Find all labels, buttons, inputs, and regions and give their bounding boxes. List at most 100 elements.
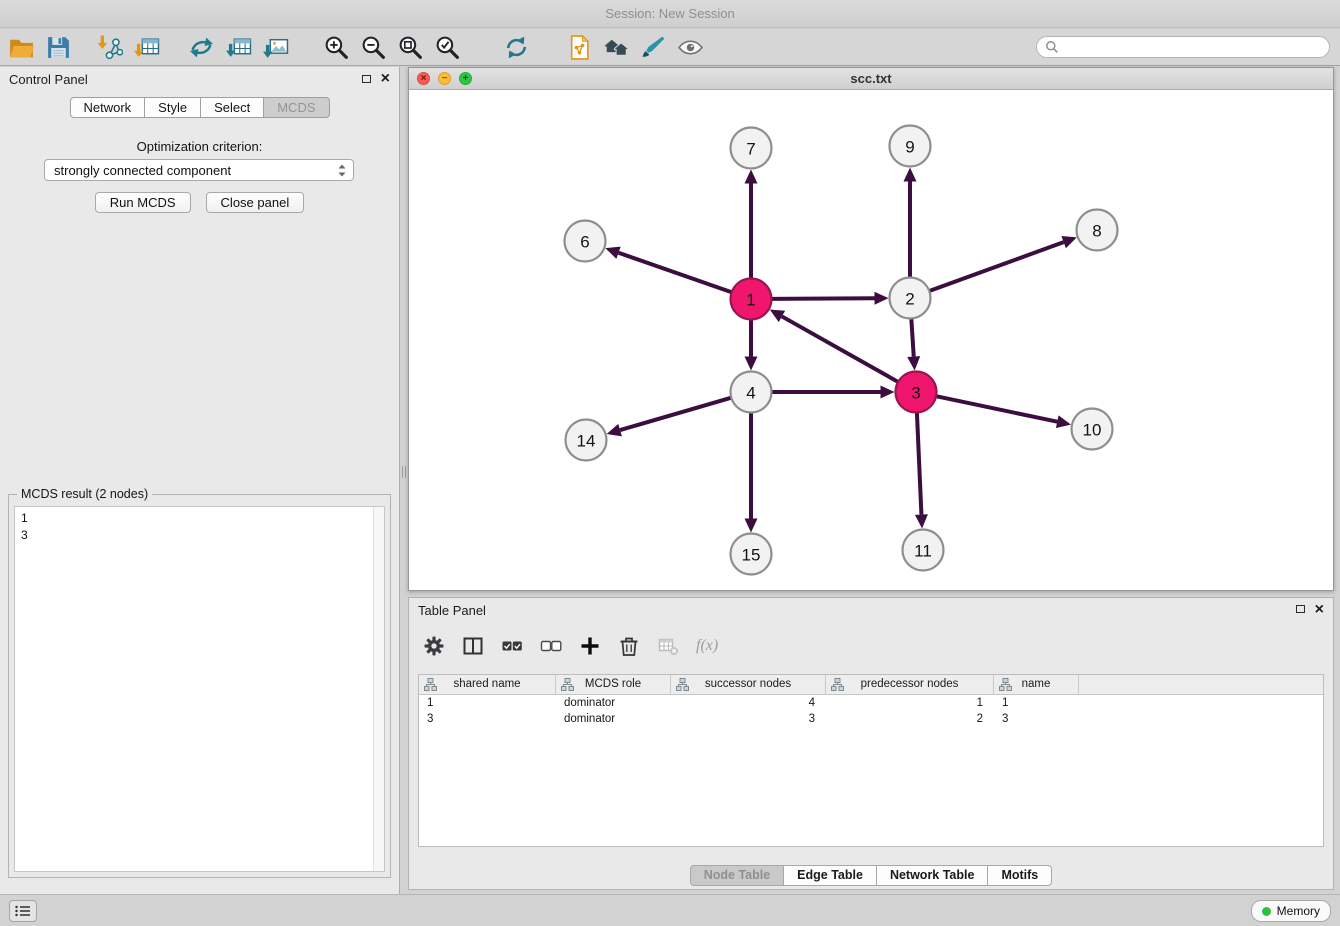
mcds-result-box: MCDS result (2 nodes) 1 3 — [8, 494, 391, 878]
eye-icon[interactable] — [677, 34, 704, 61]
delete-column-icon[interactable] — [618, 635, 640, 657]
optimization-criterion-label: Optimization criterion: — [0, 139, 399, 154]
network-document-icon[interactable] — [566, 34, 593, 61]
function-builder-icon: f(x) — [696, 637, 718, 655]
graph-edge-3-11[interactable] — [917, 412, 922, 514]
list-icon — [13, 902, 33, 920]
graph-edge-3-10[interactable] — [936, 396, 1057, 421]
close-window-icon[interactable]: × — [417, 72, 430, 85]
arrowhead-icon — [907, 356, 920, 370]
tab-network-table[interactable]: Network Table — [877, 865, 989, 886]
close-panel-button[interactable]: Close panel — [206, 192, 305, 213]
arrowhead-icon — [607, 424, 622, 436]
optimization-criterion-select[interactable]: strongly connected component — [44, 159, 354, 181]
column-header-predecessor-nodes[interactable]: predecessor nodes — [826, 675, 994, 694]
close-table-panel-icon[interactable]: × — [1315, 601, 1324, 619]
table-row[interactable]: 3 dominator 3 2 3 — [419, 711, 1323, 727]
run-mcds-button[interactable]: Run MCDS — [95, 192, 191, 213]
mcds-result-text[interactable]: 1 3 — [14, 506, 385, 872]
graph-node-label: 4 — [746, 384, 755, 403]
open-session-icon[interactable] — [8, 34, 35, 61]
column-header-filler — [1079, 675, 1323, 694]
column-browser-icon[interactable] — [462, 635, 484, 657]
graph-edge-2-3[interactable] — [911, 318, 913, 356]
float-table-panel-icon[interactable] — [1296, 605, 1305, 613]
arrowhead-icon — [1056, 415, 1071, 428]
column-header-successor-nodes[interactable]: successor nodes — [671, 675, 826, 694]
tab-motifs[interactable]: Motifs — [988, 865, 1052, 886]
column-header-name[interactable]: name — [994, 675, 1079, 694]
tab-mcds[interactable]: MCDS — [264, 97, 329, 118]
tab-select[interactable]: Select — [201, 97, 264, 118]
table-header-row: shared name MCDS role — [419, 675, 1323, 695]
mcds-result-title: MCDS result (2 nodes) — [17, 487, 152, 501]
zoom-fit-icon[interactable] — [397, 34, 424, 61]
tab-network[interactable]: Network — [69, 97, 145, 118]
attribute-icon — [999, 678, 1012, 691]
column-header-shared-name[interactable]: shared name — [419, 675, 556, 694]
graph-node-label: 7 — [746, 140, 755, 159]
float-panel-icon[interactable] — [362, 75, 371, 83]
home-icon[interactable] — [603, 34, 630, 61]
column-header-mcds-role[interactable]: MCDS role — [556, 675, 671, 694]
graph-edge-1-6[interactable] — [619, 253, 732, 293]
arrowhead-icon — [745, 519, 758, 533]
tab-edge-table[interactable]: Edge Table — [784, 865, 877, 886]
table-row[interactable]: 1 dominator 4 1 1 — [419, 695, 1323, 711]
graph-edge-4-14[interactable] — [620, 398, 731, 430]
graph-edge-3-1[interactable] — [782, 316, 898, 382]
save-session-icon[interactable] — [45, 34, 72, 61]
memory-button-label: Memory — [1277, 904, 1320, 918]
deselect-all-columns-icon[interactable] — [540, 635, 562, 657]
arrowhead-icon — [745, 170, 758, 184]
network-canvas[interactable]: 7968124314101511 — [409, 90, 1333, 590]
export-image-icon[interactable] — [262, 34, 289, 61]
zoom-out-icon[interactable] — [360, 34, 387, 61]
import-table-icon[interactable] — [133, 34, 160, 61]
search-box[interactable] — [1036, 36, 1330, 58]
arrowhead-icon — [915, 514, 928, 528]
minimize-window-icon[interactable]: − — [438, 72, 451, 85]
graph-node-label: 11 — [914, 542, 932, 561]
control-panel: Control Panel × Network Style Select MCD… — [0, 67, 400, 894]
main-toolbar — [0, 29, 1340, 66]
network-window-titlebar[interactable]: × − + scc.txt — [409, 68, 1333, 90]
close-control-panel-icon[interactable]: × — [381, 70, 390, 88]
memory-button[interactable]: Memory — [1251, 900, 1331, 922]
table-tabs: Node Table Edge Table Network Table Moti… — [409, 865, 1333, 886]
tab-node-table[interactable]: Node Table — [690, 865, 784, 886]
network-window-title: scc.txt — [850, 71, 891, 86]
table-panel-title: Table Panel — [418, 603, 486, 618]
memory-status-dot — [1262, 907, 1271, 916]
selected-option-text: strongly connected component — [54, 163, 337, 178]
table-panel: Table Panel × — [408, 597, 1334, 890]
graph-node-label: 10 — [1083, 421, 1102, 440]
export-table-icon[interactable] — [225, 34, 252, 61]
zoom-window-icon[interactable]: + — [459, 72, 472, 85]
graph-edge-2-8[interactable] — [929, 242, 1063, 291]
zoom-selected-icon[interactable] — [434, 34, 461, 61]
panel-splitter[interactable] — [402, 466, 406, 478]
zoom-in-icon[interactable] — [323, 34, 350, 61]
export-network-icon[interactable] — [188, 34, 215, 61]
search-input[interactable] — [1064, 40, 1321, 54]
graph-edge-1-2[interactable] — [771, 298, 874, 299]
refresh-icon[interactable] — [503, 34, 530, 61]
result-scrollbar[interactable] — [373, 507, 384, 871]
import-network-icon[interactable] — [96, 34, 123, 61]
style-brush-icon[interactable] — [640, 34, 667, 61]
table-toolbar: f(x) — [423, 632, 718, 660]
task-history-button[interactable] — [9, 900, 37, 922]
select-all-columns-icon[interactable] — [501, 635, 523, 657]
graph-node-label: 3 — [911, 384, 920, 403]
tab-style[interactable]: Style — [145, 97, 201, 118]
graph-node-label: 15 — [742, 546, 761, 565]
attribute-icon — [831, 678, 844, 691]
control-panel-title: Control Panel — [9, 72, 88, 87]
graph-node-label: 9 — [905, 138, 914, 157]
add-column-icon[interactable] — [579, 635, 601, 657]
arrowhead-icon — [904, 168, 917, 182]
graph-node-label: 1 — [746, 291, 755, 310]
title-bar: Session: New Session — [0, 0, 1340, 28]
gear-icon[interactable] — [423, 635, 445, 657]
